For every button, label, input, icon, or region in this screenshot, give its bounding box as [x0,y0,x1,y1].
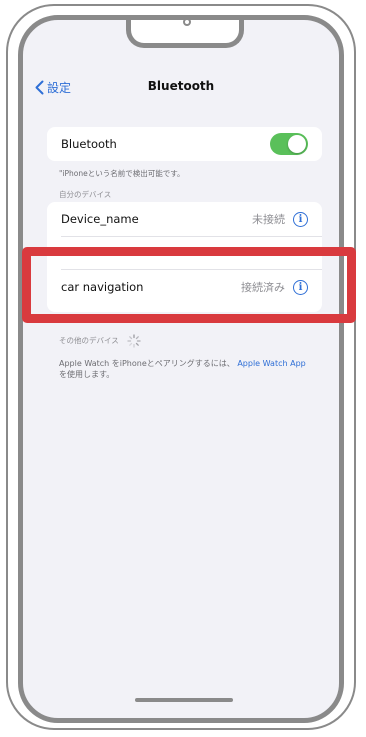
watch-pairing-note: Apple Watch をiPhoneとペアリングするには、 Apple Wat… [59,358,309,380]
my-devices-header: 自分のデバイス [59,190,112,199]
home-indicator [135,698,233,702]
bluetooth-label: Bluetooth [61,137,117,151]
page-title: Bluetooth [147,79,215,93]
loading-spinner-icon [127,334,141,348]
bluetooth-card: Bluetooth [47,127,322,161]
discoverable-note: "iPhoneという名前で検出可能です。 [59,169,185,178]
toggle-knob [288,135,306,153]
phone-notch [126,20,244,48]
info-icon[interactable]: i [293,211,308,227]
front-camera-icon [183,20,191,26]
other-devices-label: その他のデバイス [59,336,119,345]
device-row[interactable]: Device_name 未接続 i [47,202,322,236]
device-status: 未接続 [252,213,285,226]
phone-screen: 設定 Bluetooth Bluetooth "iPhoneという名前で検出可能… [18,15,344,723]
device-name: Device_name [61,212,139,226]
other-devices-header: その他のデバイス [59,334,141,348]
highlight-annotation [22,247,356,323]
bluetooth-row: Bluetooth [47,127,322,161]
bluetooth-toggle[interactable] [270,133,308,155]
watch-note-text-after: を使用します。 [59,370,115,379]
apple-watch-app-link[interactable]: Apple Watch App [237,359,305,368]
divider [61,236,322,237]
watch-note-text: Apple Watch をiPhoneとペアリングするには、 [59,359,235,368]
